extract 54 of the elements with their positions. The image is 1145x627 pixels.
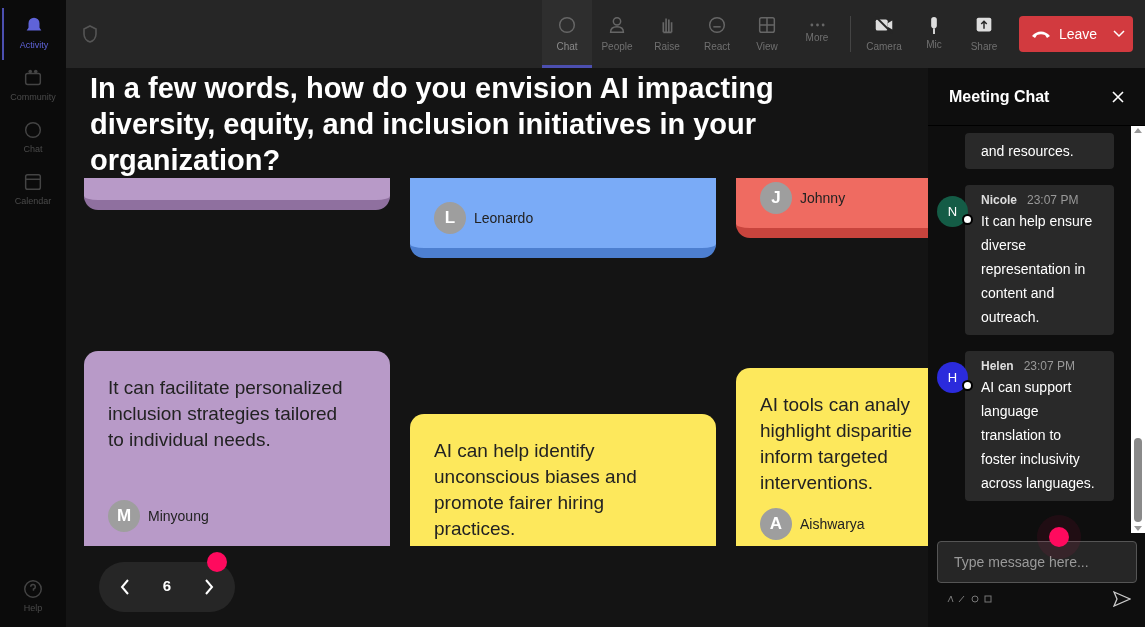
toolbar-button[interactable]: Mic: [909, 0, 959, 68]
chat-icon: [556, 14, 578, 36]
toolbar-button[interactable]: Chat: [542, 0, 592, 68]
avatar: M: [108, 500, 140, 532]
sidebar-item[interactable]: Activity: [2, 8, 64, 60]
send-icon[interactable]: [1113, 591, 1131, 607]
author-name: Johnny: [800, 188, 846, 208]
formatting-icons[interactable]: [947, 594, 993, 604]
card-text: AI tools can analy highlight disparitie inform targeted interventions.: [760, 393, 914, 495]
avatar: L: [434, 202, 466, 234]
author-name: Minyoung: [148, 506, 209, 526]
more-icon: [809, 23, 825, 27]
toolbar-button[interactable]: Share: [959, 0, 1009, 68]
toolbar-button[interactable]: Camera: [859, 0, 909, 68]
scrollbar[interactable]: [1131, 126, 1145, 533]
scroll-up-icon[interactable]: [1134, 128, 1142, 133]
chevron-down-icon: [1113, 30, 1125, 38]
avatar: H: [937, 362, 968, 393]
message-text: AI can support language translation to foster inclusivity across languages.: [981, 378, 1096, 493]
scroll-thumb[interactable]: [1134, 438, 1142, 522]
hang-up-icon: [1031, 29, 1051, 39]
close-icon[interactable]: [1112, 90, 1124, 103]
scroll-down-icon[interactable]: [1134, 526, 1142, 531]
page-number: 6: [162, 576, 172, 597]
avatar: J: [760, 182, 792, 214]
avatar: A: [760, 508, 792, 540]
sender-name: Helen: [981, 358, 1014, 375]
toolbar-button[interactable]: View: [742, 0, 792, 68]
card-text: It can facilitate personalized inclusion strategies tailored to individual needs.: [108, 376, 344, 452]
avatar: N: [937, 196, 968, 227]
mic-icon: [931, 16, 937, 34]
question-title: In a few words, how do you envision AI impacting diversity, equity, and inclusion initiatives in your organization?: [89, 71, 775, 178]
help-icon: [22, 577, 44, 600]
card-text: AI can help identify unconscious biases and promote fairer hiring practices.: [434, 439, 638, 541]
author-name: Leonardo: [474, 208, 534, 228]
toolbar-button[interactable]: More: [792, 0, 842, 68]
message-input[interactable]: Type message here...: [937, 541, 1137, 583]
message-time: 23:07 PM: [1027, 192, 1079, 209]
toolbar-button[interactable]: People: [592, 0, 642, 68]
author-name: Aishwarya: [800, 514, 865, 534]
smiley-icon: [706, 14, 728, 36]
sidebar-item[interactable]: Community: [2, 60, 64, 112]
toolbar-button[interactable]: React: [692, 0, 742, 68]
shield-icon: [82, 25, 98, 43]
chevron-right-icon: [203, 577, 215, 596]
grid-icon: [756, 14, 778, 36]
sender-name: Nicole: [981, 192, 1017, 209]
chevron-left-icon: [119, 577, 131, 596]
message-text: and resources.: [981, 142, 1075, 161]
message-text: It can help ensure diverse representation in content and outreach.: [981, 212, 1094, 327]
toolbar-button[interactable]: Raise: [642, 0, 692, 68]
chat-title: Meeting Chat: [949, 86, 1050, 107]
leave-button[interactable]: Leave: [1019, 16, 1133, 52]
message-time: 23:07 PM: [1023, 358, 1076, 375]
